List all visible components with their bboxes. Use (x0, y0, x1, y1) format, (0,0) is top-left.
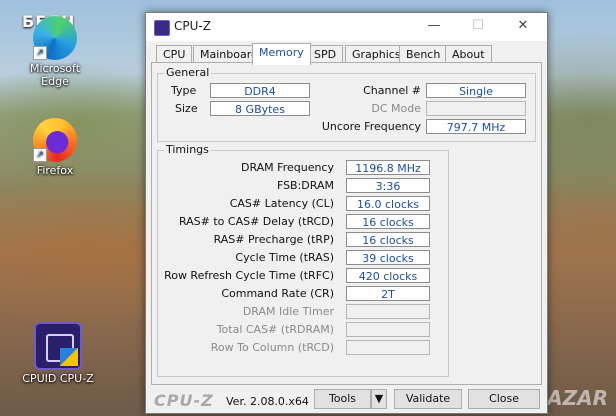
cpuz-logo: CPU-Z (154, 391, 214, 410)
cpuz-icon (154, 20, 170, 36)
timing-label: CAS# Latency (CL) (229, 197, 334, 210)
close-window-button[interactable]: ✕ (501, 13, 545, 41)
timing-value: 1196.8 MHz (346, 160, 430, 175)
desktop-icon-label: Microsoft Edge (29, 62, 81, 88)
shortcut-arrow-icon: ↗ (33, 148, 47, 162)
shortcut-arrow-icon: ↗ (33, 46, 47, 60)
cpuz-app-icon (34, 322, 82, 370)
timing-label: RAS# to CAS# Delay (tRCD) (178, 215, 334, 228)
firefox-icon: ↗ (33, 118, 77, 162)
version-label: Ver. 2.08.0.x64 (226, 395, 309, 408)
timing-value: 16 clocks (346, 232, 430, 247)
close-button[interactable]: Close (468, 389, 540, 409)
memory-tab-panel: General Type DDR4 Size 8 GBytes Channel … (151, 62, 542, 385)
timing-label: Row To Column (tRCD) (210, 341, 334, 354)
timing-value: 16 clocks (346, 214, 430, 229)
size-value: 8 GBytes (210, 101, 310, 116)
footer-bar: CPU-Z Ver. 2.08.0.x64 Tools ▼ Validate C… (146, 387, 547, 413)
timing-value (346, 340, 430, 355)
type-label: Type (171, 84, 197, 97)
size-label: Size (175, 102, 198, 115)
timing-label: DRAM Idle Timer (242, 305, 334, 318)
dc-mode-value (426, 101, 526, 116)
cpuz-window: CPU-Z — ☐ ✕ CPU Mainboard Memory SPD Gra… (145, 12, 548, 414)
tools-button[interactable]: Tools (314, 389, 371, 409)
desktop-icon-edge[interactable]: ↗ Microsoft Edge (20, 16, 90, 88)
desktop-icon-label: CPUID CPU-Z (22, 372, 94, 385)
general-group: General Type DDR4 Size 8 GBytes Channel … (157, 66, 536, 142)
channel-value: Single (426, 83, 526, 98)
maximize-button[interactable]: ☐ (456, 13, 500, 41)
desktop-icon-label: Firefox (36, 164, 74, 177)
group-legend: Timings (164, 143, 211, 156)
timing-value: 420 clocks (346, 268, 430, 283)
timing-label: FSB:DRAM (276, 179, 334, 192)
tools-dropdown-arrow-icon[interactable]: ▼ (371, 389, 387, 409)
timing-value: 39 clocks (346, 250, 430, 265)
timing-label: Cycle Time (tRAS) (235, 251, 334, 264)
desktop-icon-cpuz[interactable]: CPUID CPU-Z (20, 322, 96, 385)
edge-icon: ↗ (33, 16, 77, 60)
timings-group: Timings DRAM Frequency 1196.8 MHz FSB:DR… (157, 143, 449, 377)
minimize-button[interactable]: — (412, 13, 456, 41)
uncore-frequency-label: Uncore Frequency (321, 120, 421, 133)
desktop-icon-firefox[interactable]: ↗ Firefox (20, 118, 90, 177)
title-bar[interactable]: CPU-Z — ☐ ✕ (146, 13, 547, 41)
window-title: CPU-Z (174, 19, 211, 33)
timing-value: 3:36 (346, 178, 430, 193)
dc-mode-label: DC Mode (371, 102, 421, 115)
channel-label: Channel # (363, 84, 421, 97)
timing-value: 16.0 clocks (346, 196, 430, 211)
tab-memory[interactable]: Memory (252, 43, 311, 65)
timing-value (346, 304, 430, 319)
timing-label: Total CAS# (tRDRAM) (216, 323, 334, 336)
timing-value (346, 322, 430, 337)
timing-label: RAS# Precharge (tRP) (213, 233, 334, 246)
uncore-frequency-value: 797.7 MHz (426, 119, 526, 134)
timing-label: DRAM Frequency (240, 161, 334, 174)
timing-label: Row Refresh Cycle Time (tRFC) (164, 269, 334, 282)
timing-value: 2T (346, 286, 430, 301)
group-legend: General (164, 66, 212, 79)
type-value: DDR4 (210, 83, 310, 98)
timing-label: Command Rate (CR) (221, 287, 334, 300)
validate-button[interactable]: Validate (394, 389, 462, 409)
